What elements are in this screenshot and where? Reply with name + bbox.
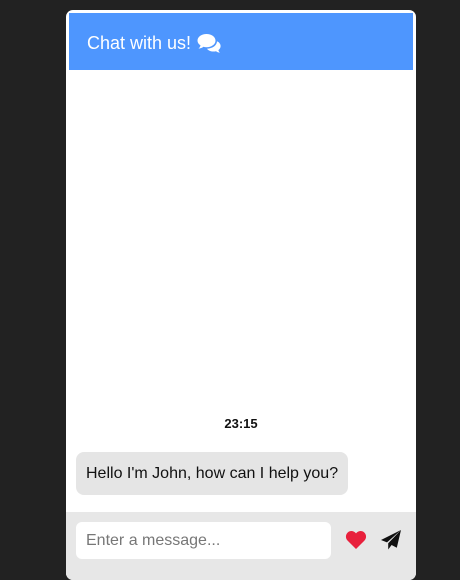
chat-footer	[66, 512, 416, 580]
comments-icon	[197, 33, 221, 53]
agent-message-bubble: Hello I'm John, how can I help you?	[76, 452, 349, 495]
chat-widget: Chat with us! 23:15 Hello I'm John, how …	[66, 10, 416, 580]
heart-icon	[345, 531, 367, 549]
chat-header: Chat with us!	[69, 13, 413, 70]
like-button[interactable]	[343, 527, 369, 553]
paper-plane-icon	[381, 530, 401, 550]
chat-messages: 23:15 Hello I'm John, how can I help you…	[66, 70, 416, 512]
send-button[interactable]	[378, 527, 404, 553]
message-timestamp: 23:15	[224, 416, 258, 431]
chat-title: Chat with us!	[87, 32, 192, 53]
message-input[interactable]	[76, 522, 331, 559]
